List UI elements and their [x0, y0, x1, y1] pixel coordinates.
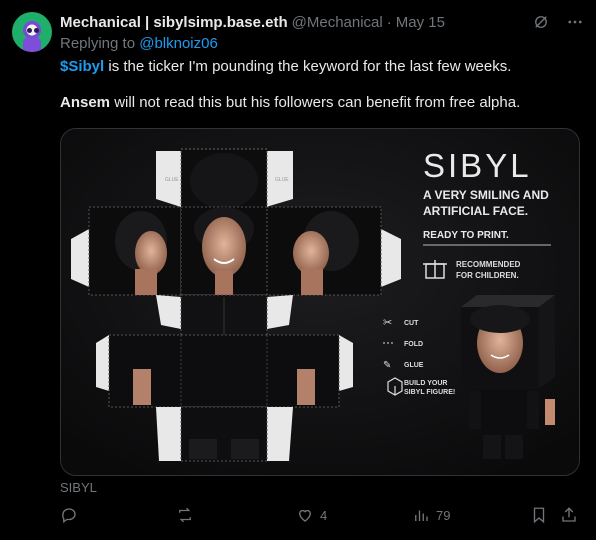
author-handle[interactable]: @Mechanical: [292, 14, 383, 31]
avatar-eye: [27, 28, 32, 33]
action-bar: 4 79: [60, 506, 580, 526]
poster-ready: READY TO PRINT.: [423, 230, 509, 241]
share-icon: [562, 507, 576, 522]
tweet-line-2: Ansem will not read this but his followe…: [60, 93, 580, 113]
header-icons: [532, 13, 584, 31]
repost-button[interactable]: [176, 506, 200, 524]
replying-to: Replying to @blknoiz06: [60, 35, 218, 52]
views-button[interactable]: 79: [412, 506, 450, 524]
poster-subtitle-1: A VERY SMILING AND: [423, 188, 549, 202]
separator-dot: ·: [386, 13, 392, 31]
glue-tab-arm-right: [339, 335, 353, 391]
cashtag-link[interactable]: $Sibyl: [60, 58, 104, 75]
views-count: 79: [436, 507, 451, 523]
head-left-panel: [88, 206, 182, 296]
avatar-eye: [34, 28, 39, 33]
legend-cut: CUT: [404, 320, 419, 327]
post-date[interactable]: May 15: [396, 14, 445, 31]
glue-tab-right: [381, 229, 401, 287]
heart-icon: [299, 509, 311, 522]
legend-glue: GLUE: [404, 362, 424, 369]
reply-to-link[interactable]: @blknoiz06: [139, 35, 218, 52]
tweet-line-1: $Sibyl is the ticker I'm pounding the ke…: [60, 57, 580, 77]
author-avatar[interactable]: [12, 12, 52, 52]
recommended-2: FOR CHILDREN.: [456, 271, 519, 280]
poster-title: SIBYL: [423, 147, 532, 184]
share-button[interactable]: [560, 506, 578, 524]
glue-icon: ✎: [383, 360, 391, 371]
glue-tab-label: GLUE: [275, 177, 289, 183]
more-icon[interactable]: [566, 13, 584, 31]
media-caption: SIBYL: [60, 480, 97, 495]
tweet-line-1-text: is the ticker I'm pounding the keyword f…: [104, 58, 512, 75]
bookmark-icon: [533, 507, 545, 524]
post-header: Mechanical | sibylsimp.base.eth @Mechani…: [60, 13, 584, 31]
glue-tab-arm-left: [96, 335, 109, 391]
poster-subtitle-2: ARTIFICIAL FACE.: [423, 204, 528, 218]
bookmark-button[interactable]: [530, 506, 548, 524]
glue-tab-leg-right: [267, 407, 293, 461]
head-top-panel: [180, 148, 268, 209]
glue-tab-shoulder-right: [267, 295, 293, 329]
views-icon: [415, 510, 428, 521]
reply-prefix: Replying to: [60, 35, 136, 52]
legend-build-1: BUILD YOUR: [404, 380, 447, 387]
glue-tab-label: GLUE: [165, 177, 179, 183]
arms-row-panel: [108, 334, 340, 408]
reply-button[interactable]: [60, 506, 84, 524]
head-front-panel: [180, 206, 268, 296]
glue-tab-left: [71, 229, 89, 287]
reply-icon: [62, 508, 76, 524]
media-image[interactable]: GLUE GLUE SIBYL A VERY SMILING AND ARTIF…: [60, 128, 580, 476]
recommended-1: RECOMMENDED: [456, 260, 521, 269]
mention-name: Ansem: [60, 94, 111, 111]
glue-tab-leg-left: [156, 407, 181, 461]
papercraft-poster: GLUE GLUE SIBYL A VERY SMILING AND ARTIF…: [61, 129, 579, 475]
avatar-body: [23, 38, 41, 52]
legend-build-2: SIBYL FIGURE!: [404, 389, 455, 396]
like-button[interactable]: 4: [296, 506, 327, 524]
repost-icon: [179, 507, 191, 523]
like-count: 4: [320, 507, 328, 523]
author-name[interactable]: Mechanical | sibylsimp.base.eth: [60, 14, 288, 31]
legs-panel: [180, 406, 268, 462]
grok-icon[interactable]: [532, 13, 550, 31]
head-right-panel: [266, 206, 382, 296]
tweet-line-2-text: will not read this but his followers can…: [110, 94, 521, 111]
tweet-text: $Sibyl is the ticker I'm pounding the ke…: [60, 57, 580, 113]
scissors-icon: ✂: [383, 317, 392, 329]
legend-fold: FOLD: [404, 341, 423, 348]
